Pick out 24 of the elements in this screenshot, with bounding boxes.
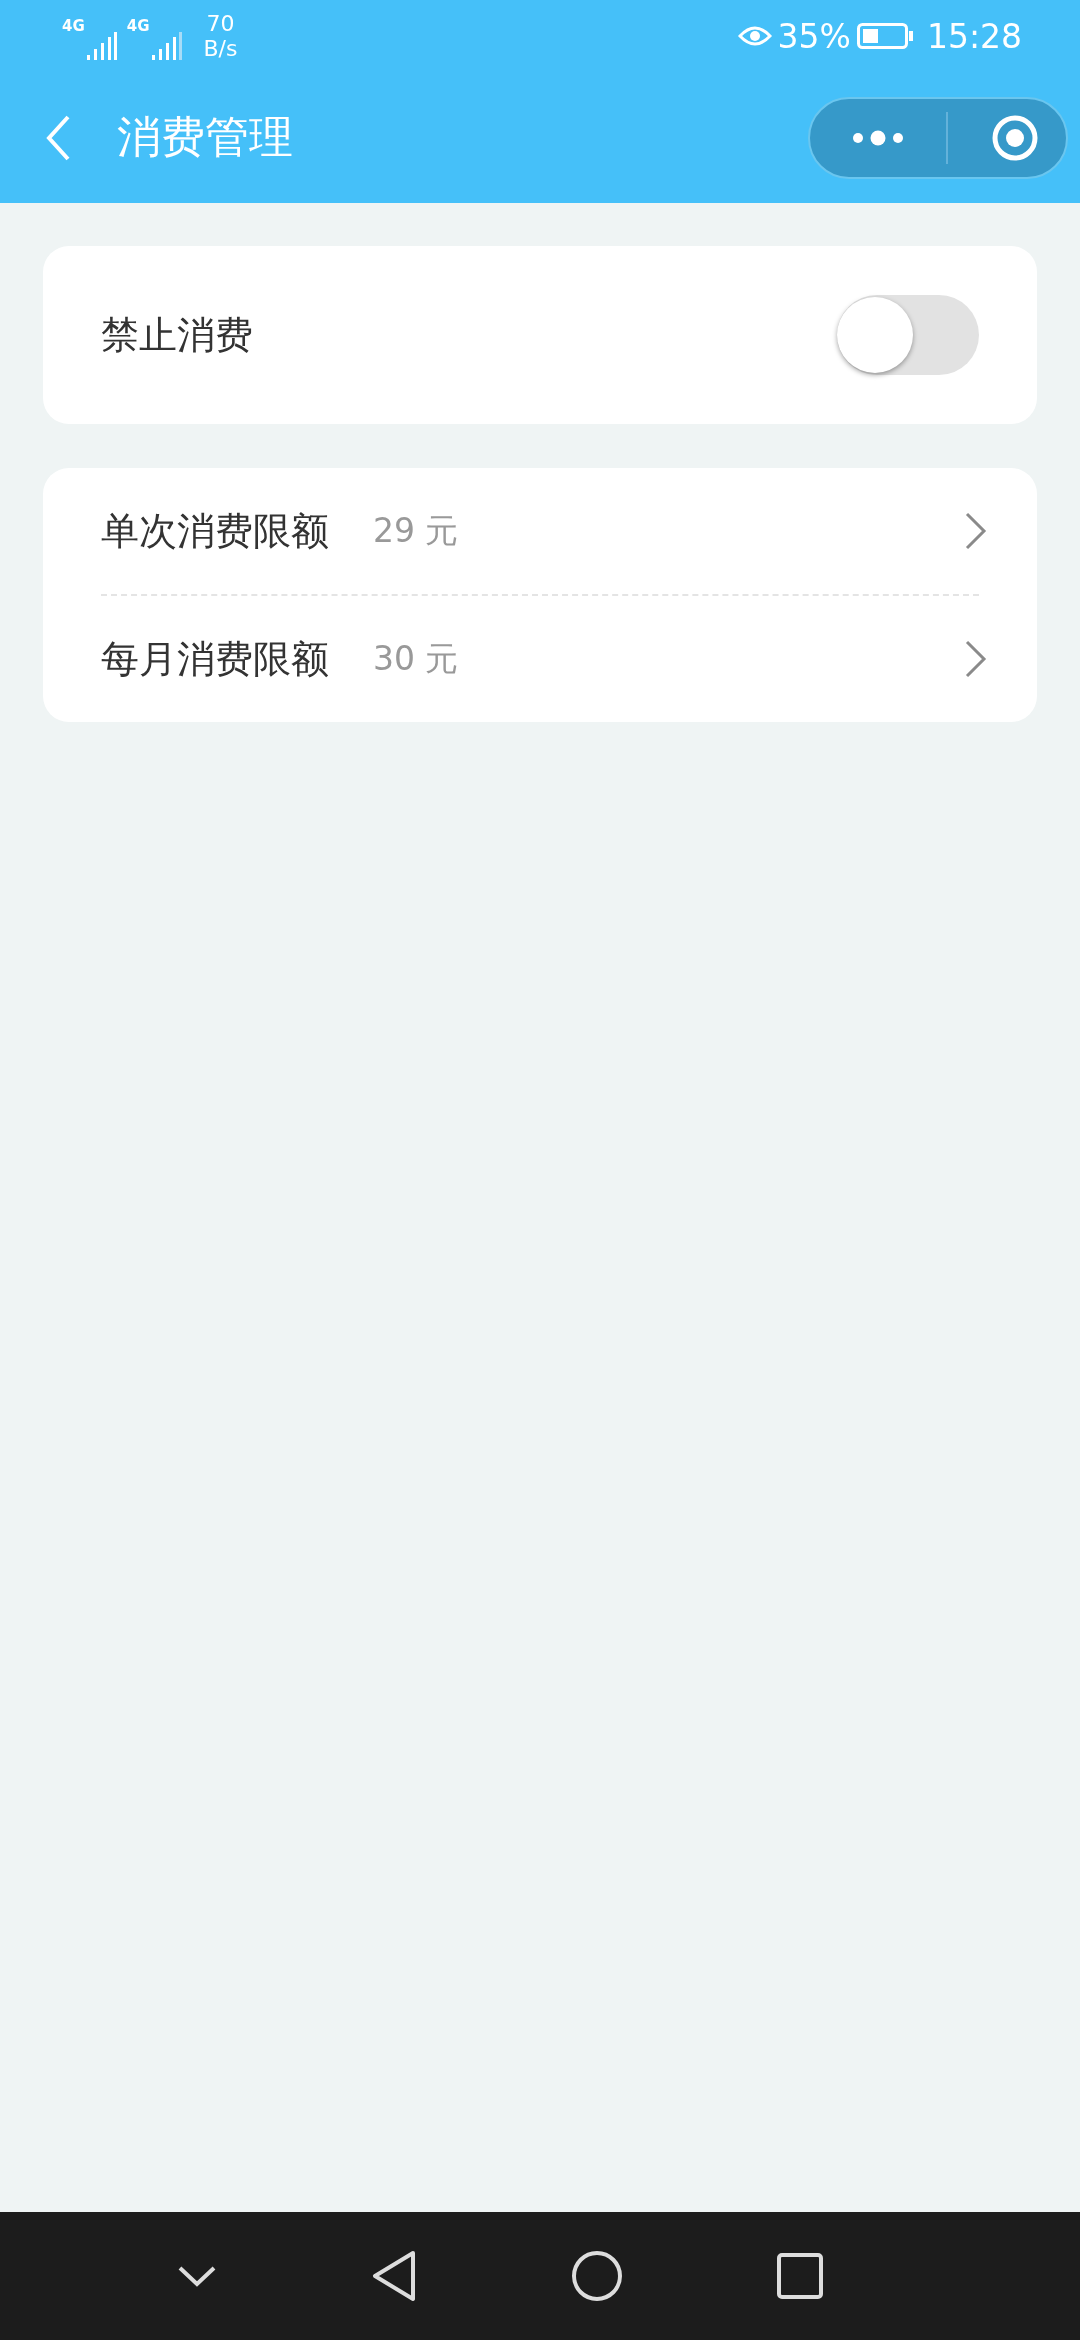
speed-value: 70	[206, 11, 235, 36]
setting-label: 单次消费限额	[101, 507, 329, 555]
chevron-icon[interactable]	[965, 512, 987, 550]
setting-value: 30 元	[373, 637, 460, 680]
more-icon[interactable]	[852, 129, 904, 146]
chevron-icon[interactable]	[965, 640, 987, 678]
network-type-label: 4G	[126, 17, 150, 35]
battery-percent: 35%	[777, 16, 851, 56]
network-type-label: 4G	[62, 17, 85, 35]
setting-label: 每月消费限额	[101, 635, 329, 683]
setting-value: 29 元	[373, 509, 460, 552]
page-title: 消费管理	[117, 110, 294, 164]
back-icon[interactable]	[371, 2250, 417, 2302]
battery-icon	[856, 22, 913, 50]
clock: 15:28	[926, 16, 1022, 56]
setting-label: 禁止消费	[101, 311, 253, 359]
home-icon[interactable]	[571, 2250, 623, 2302]
signal-icon	[86, 31, 117, 61]
collapse-icon[interactable]	[177, 2264, 217, 2288]
toggle-switch[interactable]	[837, 295, 979, 375]
recents-icon[interactable]	[777, 2253, 823, 2299]
eye-icon	[737, 24, 772, 48]
signal-icon	[151, 31, 182, 61]
speed-unit: B/s	[203, 36, 238, 61]
